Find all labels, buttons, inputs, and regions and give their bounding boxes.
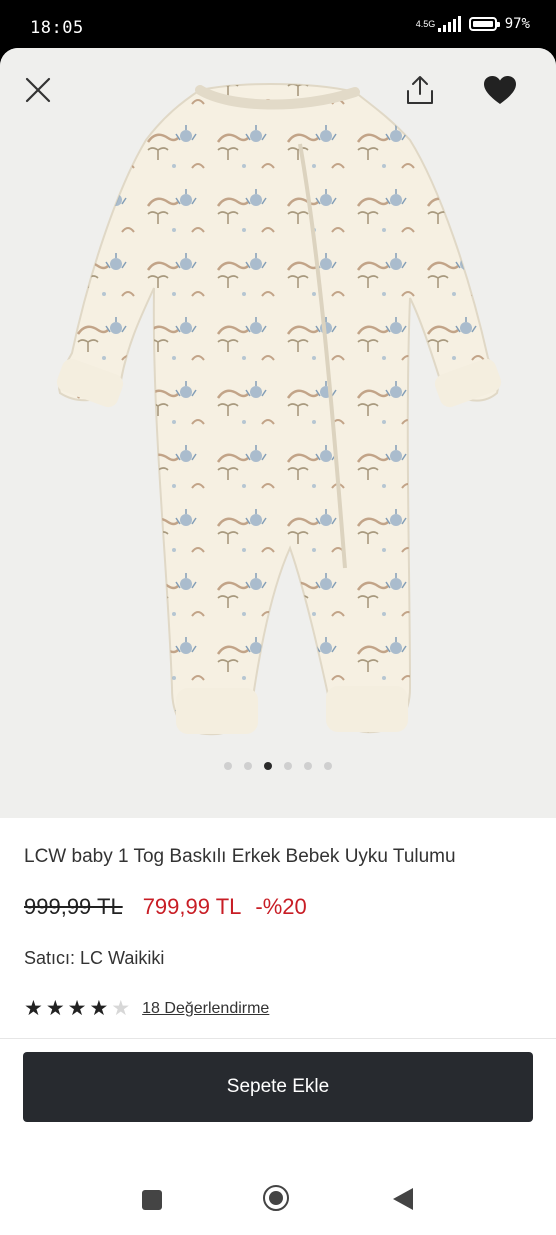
status-bar: 18:05 4.5G 97%: [0, 0, 556, 48]
home-icon[interactable]: [263, 1185, 289, 1211]
star-filled-icon: ★: [67, 997, 87, 1020]
rating-stars: ★ ★ ★ ★ ★: [24, 998, 130, 1019]
rating-row[interactable]: ★ ★ ★ ★ ★ 18 Değerlendirme: [24, 998, 269, 1019]
product-sheet: LCW baby 1 Tog Baskılı Erkek Bebek Uyku …: [0, 48, 556, 1235]
battery-icon: [468, 17, 500, 31]
network-type: 4.5G: [415, 18, 436, 29]
signal-icon: [437, 16, 461, 32]
discount-badge: -%20: [255, 894, 307, 919]
price-row: 999,99 TL 799,99 TL -%20: [24, 894, 307, 920]
back-icon[interactable]: [393, 1188, 413, 1210]
pagination-dot[interactable]: [304, 762, 312, 770]
status-indicators: 4.5G 97%: [416, 16, 530, 32]
share-button[interactable]: [400, 70, 440, 110]
star-filled-icon: ★: [45, 997, 65, 1020]
star-empty-icon: ★: [111, 997, 131, 1020]
product-image: [56, 82, 502, 736]
heart-filled-icon: [484, 76, 516, 104]
add-to-cart-button[interactable]: Sepete Ekle: [23, 1052, 533, 1122]
pagination-dot[interactable]: [324, 762, 332, 770]
star-filled-icon: ★: [24, 997, 43, 1020]
gallery-pagination[interactable]: [0, 762, 556, 770]
sleep-suit-illustration: [56, 82, 502, 736]
product-gallery[interactable]: [0, 48, 556, 818]
recent-apps-icon[interactable]: [142, 1190, 162, 1210]
pagination-dot[interactable]: [224, 762, 232, 770]
pagination-dot[interactable]: [284, 762, 292, 770]
battery-percent: 97%: [504, 16, 530, 32]
close-button[interactable]: [18, 70, 58, 110]
share-icon: [407, 76, 433, 104]
reviews-link[interactable]: 18 Değerlendirme: [142, 1000, 269, 1018]
favorite-button[interactable]: [480, 70, 520, 110]
current-price: 799,99 TL: [142, 894, 242, 919]
system-nav-bar: [0, 1172, 556, 1228]
pagination-dot[interactable]: [244, 762, 252, 770]
seller-info[interactable]: Satıcı: LC Waikiki: [24, 948, 164, 969]
close-icon: [25, 77, 51, 103]
old-price: 999,99 TL: [24, 894, 123, 919]
divider: [0, 1038, 556, 1039]
product-title: LCW baby 1 Tog Baskılı Erkek Bebek Uyku …: [24, 846, 456, 867]
star-filled-icon: ★: [89, 997, 109, 1020]
status-time: 18:05: [30, 18, 84, 38]
pagination-dot-active[interactable]: [264, 762, 272, 770]
